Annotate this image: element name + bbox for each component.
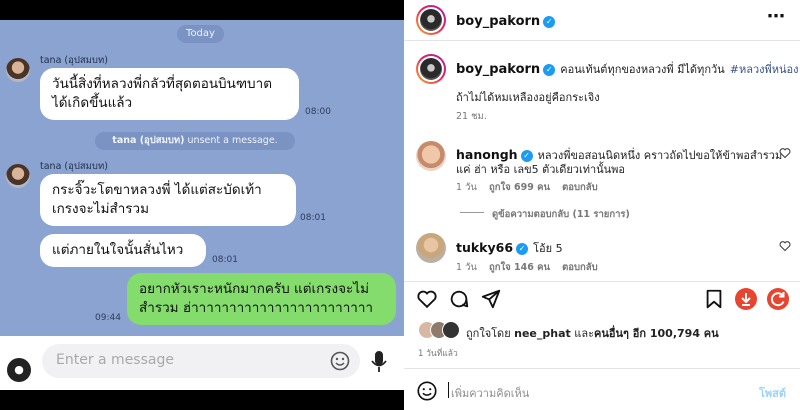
replies-line <box>460 212 484 213</box>
sender-avatar[interactable] <box>6 58 30 82</box>
own-message-bubble[interactable]: อยากหัวเราะหนักมากครับ แต่เกรงจะไม่ สำรว… <box>127 273 396 325</box>
system-notice-sender: tana (อุปสมบท) <box>112 135 185 146</box>
microphone-icon[interactable] <box>370 350 388 374</box>
liked-by-others[interactable]: คนอื่นๆ อีก 100,794 คน <box>594 327 719 340</box>
sender-name: tana (อุปสมบท) <box>40 161 108 172</box>
verified-badge-icon: ✓ <box>543 64 556 76</box>
chat-message-area[interactable]: Today tana (อุปสมบท) วันนี้สิ่งที่หลวงพี… <box>0 20 404 336</box>
view-replies-link[interactable]: ดูข้อความตอบกลับ (11 รายการ) <box>492 207 630 222</box>
chat-input-bar: ● Enter a message <box>0 336 404 390</box>
sender-avatar[interactable] <box>6 164 30 188</box>
caption-avatar[interactable] <box>416 54 446 84</box>
comment-avatar[interactable] <box>416 233 446 263</box>
message-input[interactable]: Enter a message <box>42 344 360 378</box>
caption-username[interactable]: boy_pakorn <box>456 62 540 77</box>
verified-badge-icon: ✓ <box>543 16 556 28</box>
actions-divider <box>404 281 800 282</box>
date-separator: Today <box>177 25 224 43</box>
message-time: 08:01 <box>300 213 326 223</box>
save-bookmark-icon[interactable] <box>703 288 725 310</box>
like-heart-icon[interactable] <box>416 288 438 310</box>
comment-likes[interactable]: ถูกใจ 699 คน <box>489 182 550 193</box>
refresh-icon[interactable] <box>767 288 789 310</box>
share-send-icon[interactable] <box>480 288 502 310</box>
comment-text: โอ้ย 5 <box>533 242 563 255</box>
comment-box-divider <box>404 368 800 369</box>
caption-time: 21 ชม. <box>456 111 487 122</box>
header-avatar[interactable] <box>416 5 446 35</box>
post-comment-button[interactable]: โพสต์ <box>759 384 786 402</box>
system-notice: tana (อุปสมบท) unsent a message. <box>95 132 295 150</box>
comment-age: 1 วัน <box>456 262 477 273</box>
more-options-icon[interactable]: ⋯ <box>767 6 786 27</box>
menu-icon[interactable]: ● <box>7 358 31 382</box>
chat-screenshot: Today tana (อุปสมบท) วันนี้สิ่งที่หลวงพี… <box>0 0 404 410</box>
caption-hashtag[interactable]: #หลวงพี่หน่อง <box>730 63 799 76</box>
liked-by-avatars[interactable] <box>418 321 460 339</box>
message-time: 09:44 <box>95 313 121 323</box>
header-divider <box>404 40 800 41</box>
instagram-post-panel: boy_pakorn ✓ ⋯ boy_pakorn ✓ คอนเท้นต์ทุกขอ… <box>404 0 800 410</box>
comment-text-line-2: แค่ ฮ่า หรือ เลข5 ตัวเดียวเท่านั้นพอ <box>456 163 626 176</box>
liked-by-summary: ถูกใจโดย nee_phat และคนอื่นๆ อีก 100,794… <box>466 327 719 340</box>
reply-button[interactable]: ตอบกลับ <box>562 182 598 193</box>
sender-name: tana (อุปสมบท) <box>40 55 108 66</box>
comment: tukky66 ✓ โอ้ย 5 <box>456 237 563 257</box>
system-notice-text: unsent a message. <box>187 135 278 146</box>
message-bubble[interactable]: กระจิ๊วะโตขาหลวงพี่ ได้แต่สะบัดเท้า เกรง… <box>40 174 296 226</box>
post-age: 1 วันที่แล้ว <box>418 349 458 359</box>
like-comment-heart-icon[interactable] <box>779 240 791 252</box>
message-time: 08:01 <box>212 255 238 265</box>
text-cursor <box>448 382 449 398</box>
comment-username[interactable]: tukky66 <box>456 240 513 255</box>
message-time: 08:00 <box>305 107 331 117</box>
caption-line-2: ถ้าไม่ได้หมเหลืองอยู่คือกระเจิง <box>456 91 600 104</box>
comment-likes[interactable]: ถูกใจ 146 คน <box>489 262 550 273</box>
liked-by-user[interactable]: nee_phat <box>514 327 571 340</box>
emoji-icon[interactable] <box>330 351 350 371</box>
verified-badge-icon: ✓ <box>516 243 529 255</box>
message-bubble[interactable]: วันนี้สิ่งที่หลวงพี่กลัวที่สุดตอนบินฑบาต… <box>40 68 299 120</box>
reply-button[interactable]: ตอบกลับ <box>562 262 598 273</box>
message-bubble[interactable]: แต่ภายในใจนั้นสั่นไหว <box>40 234 206 267</box>
emoji-icon[interactable] <box>416 380 438 402</box>
comment-bubble-icon[interactable] <box>448 288 470 310</box>
comment-avatar[interactable] <box>416 141 446 171</box>
caption-text: คอนเท้นต์ทุกของหลวงพี่ มีได้ทุกวัน <box>560 63 725 76</box>
comment-age: 1 วัน <box>456 182 477 193</box>
comment-input[interactable]: เพิ่มความคิดเห็น <box>451 384 529 402</box>
download-icon[interactable] <box>735 288 757 310</box>
caption: boy_pakorn ✓ คอนเท้นต์ทุกของหลวงพี่ มีได้… <box>456 58 799 78</box>
like-comment-heart-icon[interactable] <box>779 147 791 159</box>
post-header: boy_pakorn ✓ ⋯ <box>404 0 800 40</box>
header-username[interactable]: boy_pakorn <box>456 14 540 29</box>
